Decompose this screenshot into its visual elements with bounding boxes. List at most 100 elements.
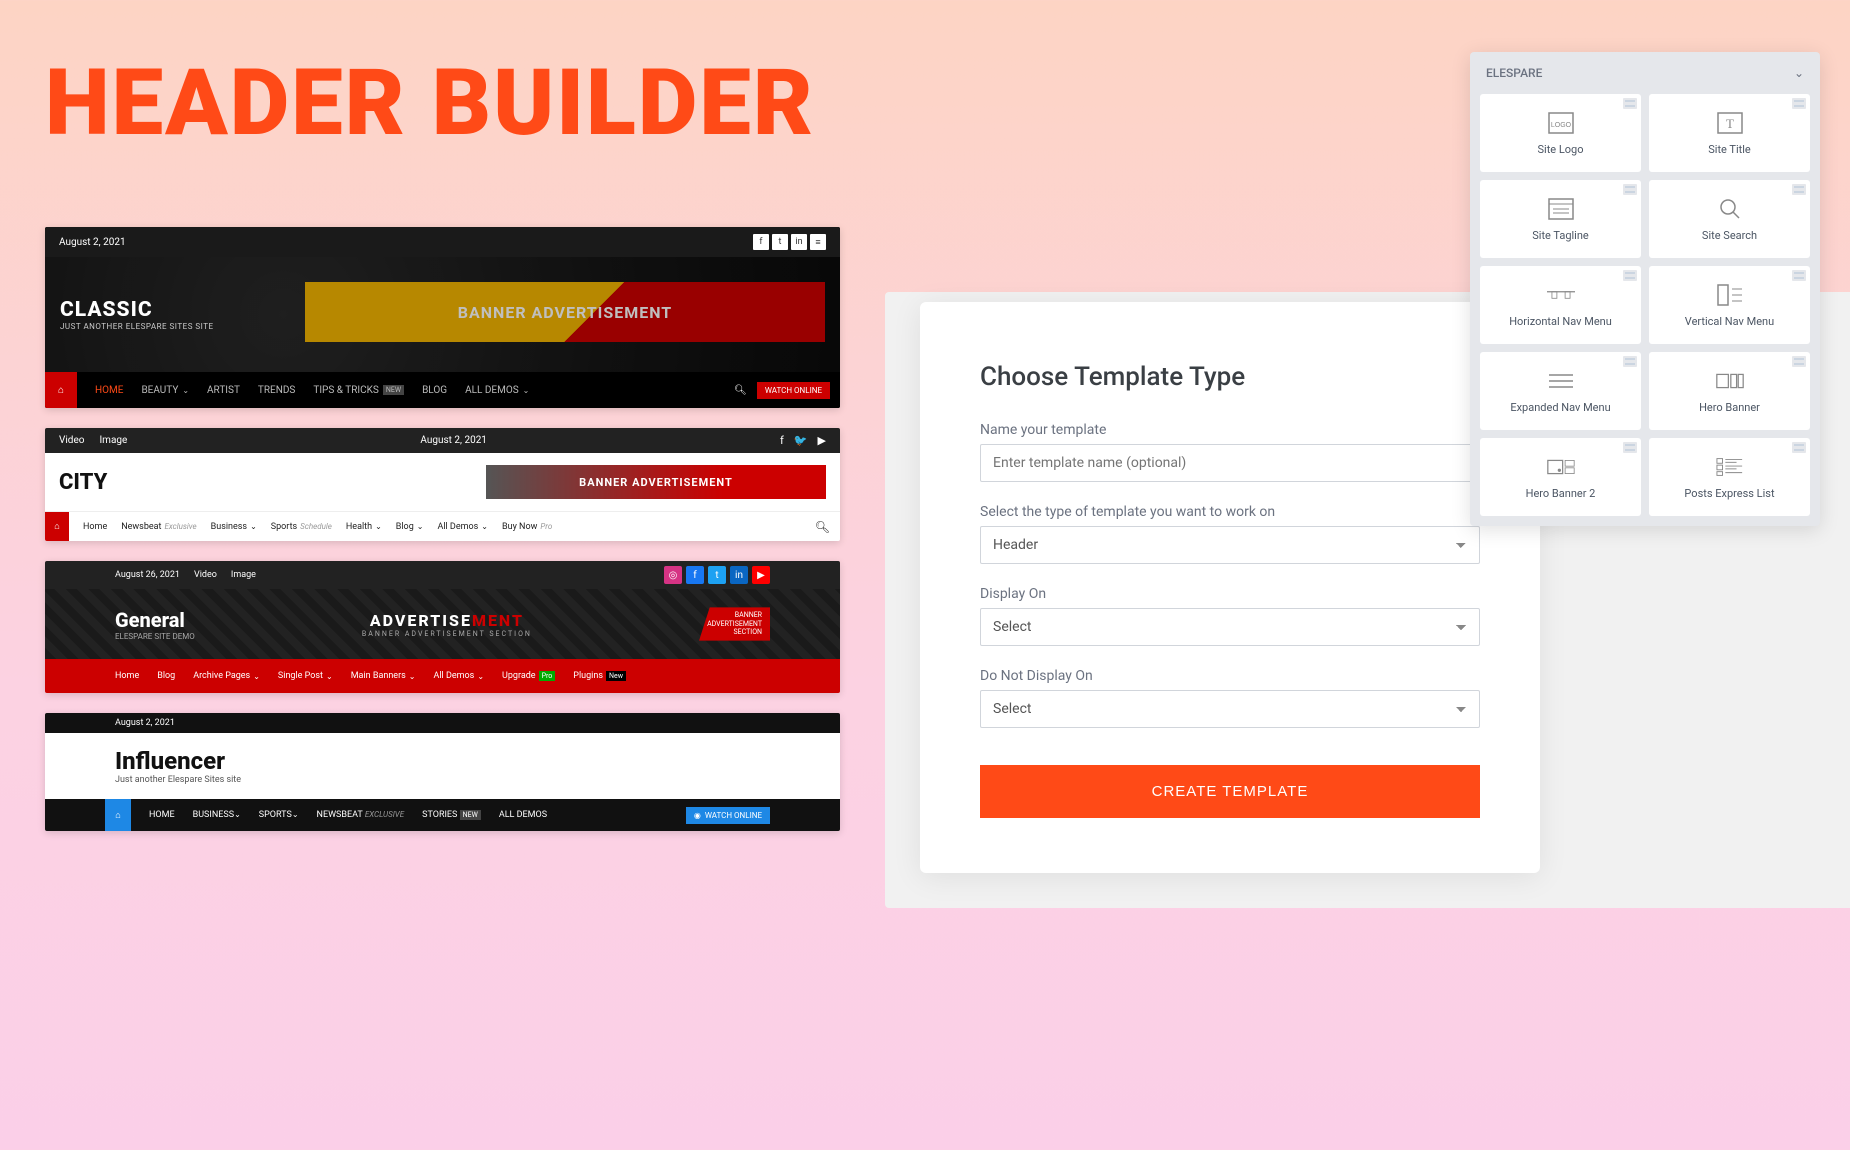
widget-posts-express[interactable]: Posts Express List bbox=[1649, 438, 1810, 516]
create-template-button[interactable]: CREATE TEMPLATE bbox=[980, 765, 1480, 818]
template-name-input[interactable] bbox=[980, 444, 1480, 482]
exclusive-label: Exclusive bbox=[165, 522, 197, 531]
facebook-icon[interactable]: f bbox=[753, 234, 769, 250]
chevron-down-icon: ⌄ bbox=[326, 672, 333, 681]
top-link-video[interactable]: Video bbox=[194, 570, 217, 580]
widget-site-logo[interactable]: LOGO Site Logo bbox=[1480, 94, 1641, 172]
twitter-icon[interactable]: t bbox=[772, 234, 788, 250]
display-on-select[interactable]: Select bbox=[980, 608, 1480, 646]
twitter-icon[interactable]: 🐦 bbox=[794, 434, 808, 447]
banner-ad-text: BANNER ADVERTISEMENT bbox=[579, 476, 733, 489]
nav-home[interactable]: HOME bbox=[149, 810, 175, 820]
search-icon[interactable]: 🔍︎ bbox=[734, 385, 747, 396]
exclusive-label: EXCLUSIVE bbox=[365, 810, 404, 819]
preview-classic: August 2, 2021 f t in ≡ CLASSIC JUST ANO… bbox=[45, 227, 840, 408]
youtube-icon[interactable]: ▶ bbox=[752, 566, 770, 584]
nav-demos[interactable]: All Demos⌄ bbox=[433, 671, 484, 681]
widget-horizontal-nav[interactable]: Horizontal Nav Menu bbox=[1480, 266, 1641, 344]
nav-health[interactable]: Health⌄ bbox=[346, 522, 382, 532]
logo-icon: LOGO bbox=[1547, 111, 1575, 135]
nav-trends[interactable]: TRENDS bbox=[258, 385, 295, 396]
nav-sports[interactable]: Sports Schedule bbox=[271, 522, 332, 532]
facebook-icon[interactable]: f bbox=[780, 434, 784, 447]
search-icon[interactable]: 🔍︎ bbox=[815, 520, 830, 534]
widget-site-title[interactable]: T Site Title bbox=[1649, 94, 1810, 172]
nav-home[interactable]: Home bbox=[115, 671, 139, 681]
preview-general: August 26, 2021VideoImage ◎ f t in ▶ Gen… bbox=[45, 561, 840, 693]
nav-single[interactable]: Single Post⌄ bbox=[278, 671, 333, 681]
title-icon: T bbox=[1716, 111, 1744, 135]
top-link-video[interactable]: Video bbox=[59, 435, 84, 446]
top-link-image[interactable]: Image bbox=[99, 435, 127, 446]
home-icon[interactable]: ⌂ bbox=[105, 799, 131, 831]
nav-demos[interactable]: All Demos⌄ bbox=[437, 522, 488, 532]
nav-home[interactable]: Home bbox=[83, 522, 107, 532]
watch-online-button[interactable]: WATCH ONLINE bbox=[757, 382, 830, 399]
widget-site-tagline[interactable]: Site Tagline bbox=[1480, 180, 1641, 258]
nav-buy[interactable]: Buy Now Pro bbox=[502, 522, 552, 532]
do-not-display-select[interactable]: Select bbox=[980, 690, 1480, 728]
main-layout: August 2, 2021 f t in ≡ CLASSIC JUST ANO… bbox=[45, 227, 1800, 873]
widgets-header[interactable]: ELESPARE ⌄ bbox=[1480, 52, 1810, 94]
widgets-panel: ELESPARE ⌄ LOGO Site Logo T Site Title S… bbox=[1470, 52, 1820, 526]
posts-list-icon bbox=[1716, 455, 1744, 479]
nav-blog[interactable]: Blog⌄ bbox=[396, 522, 424, 532]
nav-sports[interactable]: SPORTS⌄ bbox=[259, 810, 299, 820]
svg-text:LOGO: LOGO bbox=[1550, 122, 1571, 129]
nav-business[interactable]: Business⌄ bbox=[211, 522, 257, 532]
widget-hero-banner[interactable]: Hero Banner bbox=[1649, 352, 1810, 430]
nav-beauty[interactable]: BEAUTY⌄ bbox=[141, 385, 189, 396]
chevron-down-icon: ⌄ bbox=[523, 386, 530, 395]
twitter-icon[interactable]: t bbox=[708, 566, 726, 584]
ad-badge-l2: ADVERTISEMENT bbox=[707, 620, 762, 628]
influencer-title: Influencer bbox=[115, 747, 770, 775]
nav-demos[interactable]: ALL DEMOS⌄ bbox=[465, 385, 529, 396]
nav-newsbeat[interactable]: Newsbeat Exclusive bbox=[121, 522, 196, 532]
vertical-nav-icon bbox=[1716, 283, 1744, 307]
widgets-header-title: ELESPARE bbox=[1486, 66, 1542, 80]
watch-online-button[interactable]: ◉WATCH ONLINE bbox=[686, 807, 770, 824]
widget-hero-banner-2[interactable]: Hero Banner 2 bbox=[1480, 438, 1641, 516]
preview-influencer: August 2, 2021 Influencer Just another E… bbox=[45, 713, 840, 831]
widget-label: Site Logo bbox=[1537, 143, 1583, 156]
linkedin-icon[interactable]: in bbox=[791, 234, 807, 250]
home-icon[interactable]: ⌂ bbox=[45, 372, 77, 408]
youtube-icon[interactable]: ▶ bbox=[818, 434, 826, 447]
linkedin-icon[interactable]: in bbox=[730, 566, 748, 584]
instagram-icon[interactable]: ◎ bbox=[664, 566, 682, 584]
facebook-icon[interactable]: f bbox=[686, 566, 704, 584]
nav-upgrade[interactable]: Upgrade Pro bbox=[502, 671, 555, 681]
preview-city: VideoImage August 2, 2021 f 🐦 ▶ CITY BAN… bbox=[45, 428, 840, 541]
nav-archive[interactable]: Archive Pages⌄ bbox=[193, 671, 260, 681]
no-display-label: Do Not Display On bbox=[980, 668, 1480, 684]
nav-blog[interactable]: BLOG bbox=[422, 385, 447, 396]
nav-blog[interactable]: Blog bbox=[157, 671, 175, 681]
nav-demos[interactable]: ALL DEMOS bbox=[499, 810, 547, 820]
classic-topbar: August 2, 2021 f t in ≡ bbox=[45, 227, 840, 257]
nav-plugins[interactable]: Plugins New bbox=[573, 671, 626, 681]
classic-subtitle: JUST ANOTHER ELESPARE SITES SITE bbox=[60, 322, 214, 331]
template-type-select[interactable]: Header bbox=[980, 526, 1480, 564]
hero-banner-icon bbox=[1716, 369, 1744, 393]
menu-icon[interactable]: ≡ bbox=[810, 234, 826, 250]
home-icon[interactable]: ⌂ bbox=[45, 512, 69, 542]
nav-home[interactable]: HOME bbox=[95, 385, 123, 396]
top-link-image[interactable]: Image bbox=[231, 570, 256, 580]
nav-newsbeat[interactable]: NEWSBEAT EXCLUSIVE bbox=[317, 810, 405, 820]
horizontal-nav-icon bbox=[1547, 283, 1575, 307]
schedule-label: Schedule bbox=[300, 522, 332, 531]
classic-title: CLASSIC bbox=[60, 298, 214, 322]
nav-stories[interactable]: STORIES NEW bbox=[422, 810, 481, 820]
nav-banners[interactable]: Main Banners⌄ bbox=[351, 671, 416, 681]
nav-artist[interactable]: ARTIST bbox=[207, 385, 240, 396]
widget-site-search[interactable]: Site Search bbox=[1649, 180, 1810, 258]
classic-date: August 2, 2021 bbox=[59, 237, 126, 248]
nav-business[interactable]: BUSINESS⌄ bbox=[193, 810, 241, 820]
widget-label: Expanded Nav Menu bbox=[1510, 401, 1610, 414]
nav-tips[interactable]: TIPS & TRICKS NEW bbox=[313, 385, 404, 396]
ad-title-2: MENT bbox=[472, 611, 524, 630]
chevron-down-icon: ⌄ bbox=[1794, 66, 1804, 80]
new-badge: NEW bbox=[460, 810, 481, 820]
widget-expanded-nav[interactable]: Expanded Nav Menu bbox=[1480, 352, 1641, 430]
widget-vertical-nav[interactable]: Vertical Nav Menu bbox=[1649, 266, 1810, 344]
